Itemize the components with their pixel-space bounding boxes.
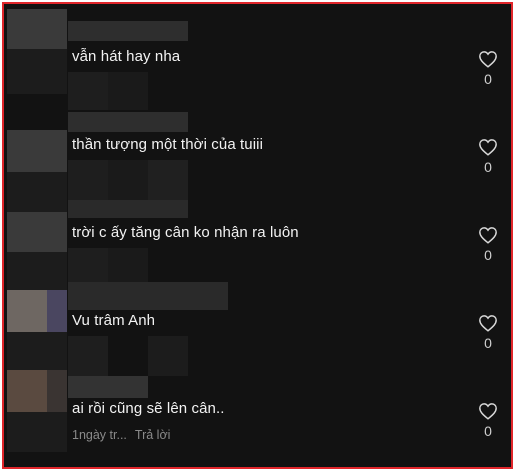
like-button[interactable]: 0 [474, 402, 502, 439]
avatar[interactable] [7, 290, 47, 332]
like-button[interactable]: 0 [474, 50, 502, 87]
avatar[interactable] [7, 130, 67, 172]
comments-panel: vẫn hát hay nha 0 thần tượng một thời củ… [2, 2, 513, 469]
comment-meta: 1ngày tr... Trả lời [72, 428, 178, 442]
username-redacted[interactable] [68, 376, 148, 398]
comment-item: Vu trâm Anh 0 [4, 268, 511, 376]
comment-text: vẫn hát hay nha [72, 48, 181, 65]
comment-text: trời c ấy tăng cân ko nhận ra luôn [72, 224, 299, 241]
avatar-placeholder [7, 412, 67, 452]
avatar[interactable] [7, 212, 67, 252]
avatar-part [47, 290, 67, 332]
heart-outline-icon [479, 139, 497, 156]
comment-text: Vu trâm Anh [72, 312, 156, 329]
username-redacted[interactable] [68, 112, 188, 132]
comment-time: 1ngày tr... [72, 428, 127, 442]
comment-text: ai rồi cũng sẽ lên cân.. [72, 400, 225, 417]
heart-outline-icon [479, 51, 497, 68]
like-count: 0 [484, 423, 492, 439]
like-count: 0 [484, 159, 492, 175]
comment-item: ai rồi cũng sẽ lên cân.. 1ngày tr... Trả … [4, 356, 511, 467]
comment-text: thần tượng một thời của tuiii [72, 136, 264, 153]
heart-outline-icon [479, 315, 497, 332]
like-count: 0 [484, 247, 492, 263]
username-redacted[interactable] [68, 21, 188, 41]
reply-link[interactable]: Trả lời [135, 428, 171, 442]
like-button[interactable]: 0 [474, 138, 502, 175]
comment-item: vẫn hát hay nha 0 [4, 4, 511, 110]
like-count: 0 [484, 335, 492, 351]
avatar-part [47, 370, 67, 412]
like-button[interactable]: 0 [474, 314, 502, 351]
like-button[interactable]: 0 [474, 226, 502, 263]
comment-item: trời c ấy tăng cân ko nhận ra luôn 0 [4, 180, 511, 292]
avatar[interactable] [7, 9, 67, 49]
username-redacted[interactable] [68, 282, 228, 310]
comment-item: thần tượng một thời của tuiii 0 [4, 92, 511, 212]
username-redacted[interactable] [68, 200, 188, 218]
avatar[interactable] [7, 370, 47, 412]
heart-outline-icon [479, 227, 497, 244]
like-count: 0 [484, 71, 492, 87]
heart-outline-icon [479, 403, 497, 420]
avatar-placeholder [7, 49, 67, 94]
